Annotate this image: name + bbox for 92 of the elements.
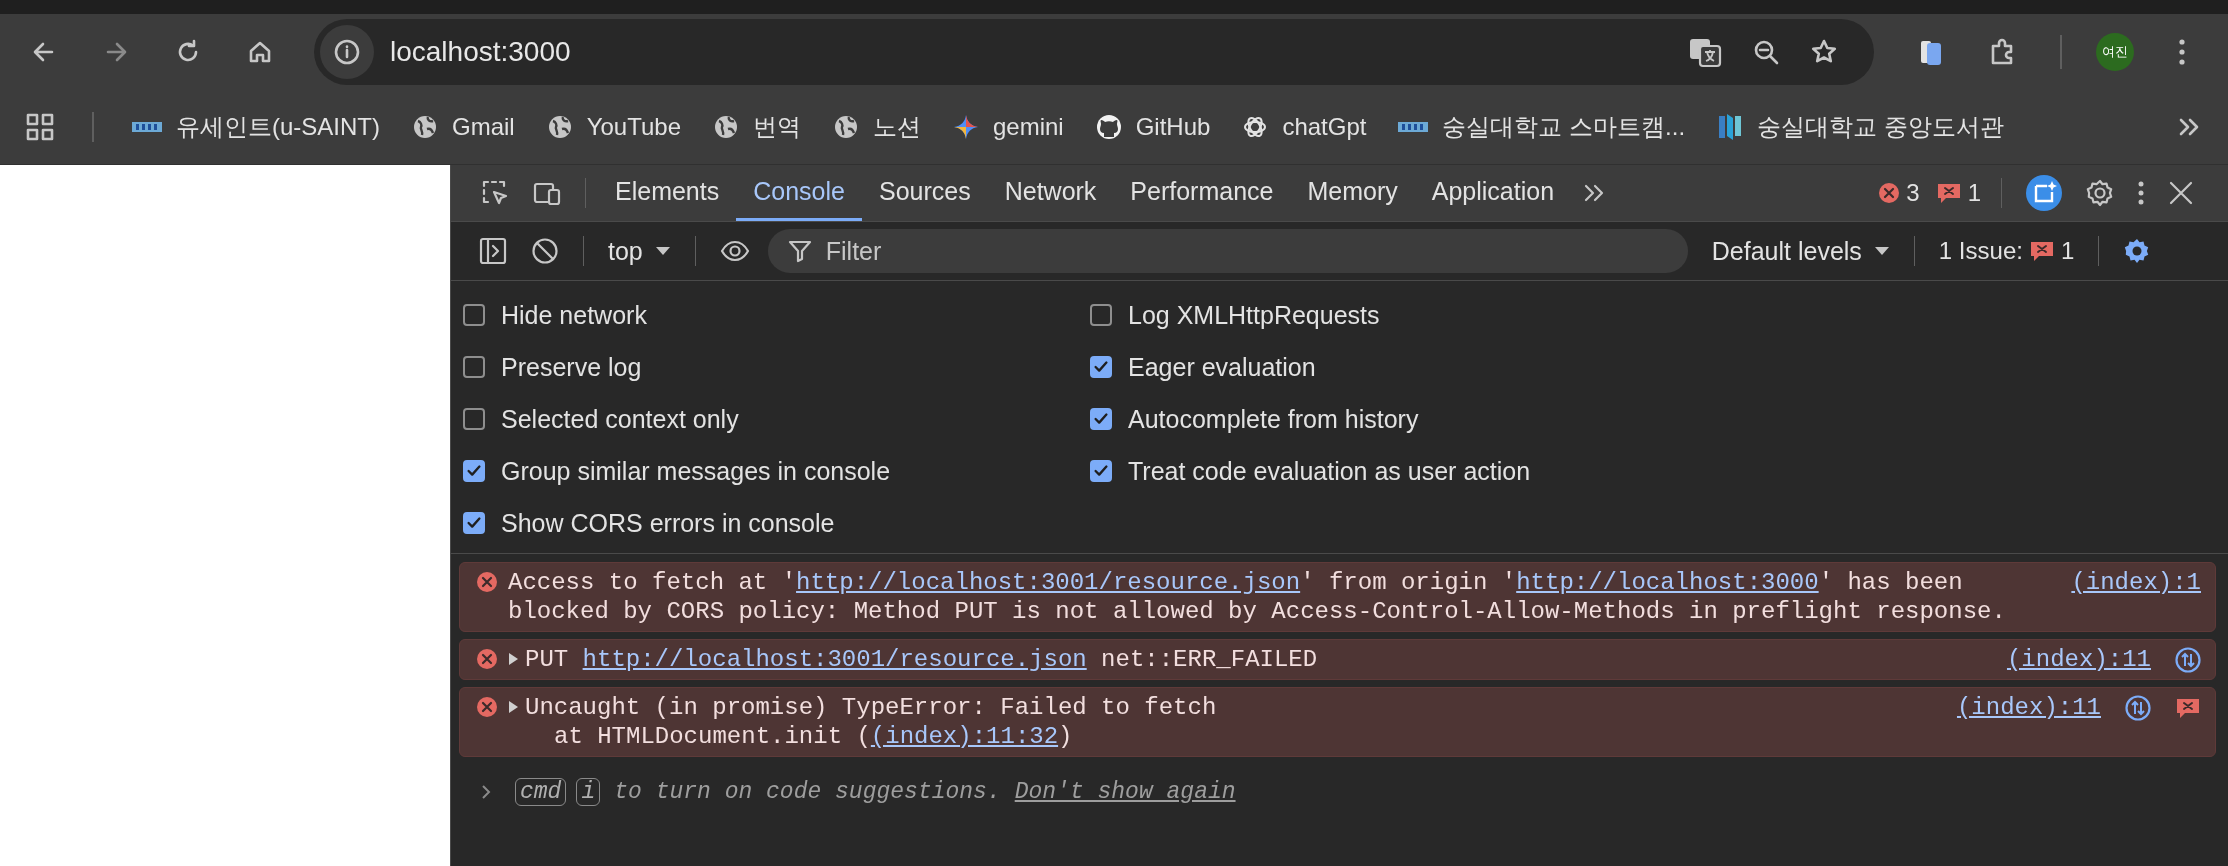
dismiss-link[interactable]: Don't show again xyxy=(1014,779,1236,805)
link[interactable]: http://localhost:3001/resource.json xyxy=(796,569,1301,596)
more-icon[interactable] xyxy=(2138,180,2144,206)
source-link[interactable]: (index):1 xyxy=(2071,568,2201,597)
sparkle-icon xyxy=(953,114,979,140)
globe-icon xyxy=(713,114,739,140)
globe-icon xyxy=(833,114,859,140)
checkbox[interactable] xyxy=(463,304,485,326)
hint-text: to turn on code suggestions. xyxy=(614,779,1001,805)
key-cap: i xyxy=(576,778,601,806)
zoom-out-icon[interactable] xyxy=(1752,38,1780,66)
bookmark[interactable]: GitHub xyxy=(1095,113,1211,141)
inspect-icon[interactable] xyxy=(481,179,509,207)
bookmark[interactable]: 번역 xyxy=(713,111,801,143)
error-icon xyxy=(476,571,498,593)
bookmark[interactable]: Gmail xyxy=(412,113,515,141)
panel-tab[interactable]: Memory xyxy=(1290,165,1415,221)
bookmark[interactable]: 유세인트(u-SAINT) xyxy=(132,111,380,143)
error-icon xyxy=(476,696,498,718)
profile-avatar[interactable]: 여진 xyxy=(2096,33,2134,71)
panel-tab[interactable]: Application xyxy=(1414,165,1572,221)
link[interactable]: http://localhost:3000 xyxy=(1516,569,1819,596)
translate-icon[interactable] xyxy=(1688,36,1722,68)
panel-tab[interactable]: Network xyxy=(987,165,1114,221)
checkbox[interactable] xyxy=(463,356,485,378)
expand-triangle-icon[interactable] xyxy=(508,652,519,666)
bookmark[interactable]: 숭실대학교 중앙도서관 xyxy=(1717,111,2004,143)
checkbox-label[interactable]: Preserve log xyxy=(501,352,642,382)
link[interactable]: (index):11:32 xyxy=(870,723,1059,750)
panel-tab[interactable]: Console xyxy=(736,165,862,221)
issue-icon xyxy=(1935,181,1962,205)
key-cap: cmd xyxy=(515,778,567,806)
message-text: Uncaught (in promise) TypeError: Failed to fetch at HTMLDocument.init ((index):11:32) xyxy=(525,693,1217,751)
issue-count-button[interactable]: 1 xyxy=(1935,179,1981,207)
globe-icon xyxy=(546,114,573,140)
message-text: Access to fetch at 'http://localhost:3001/resource.json' from origin 'http://localhost:3000' has been blocked by CORS policy: Method PUT is not allowed by Access-Control-Allow-Methods in preflight response. xyxy=(508,568,2006,626)
context-dropdown[interactable]: top xyxy=(608,236,671,266)
panel-tab[interactable]: Elements xyxy=(598,165,737,221)
clear-icon[interactable] xyxy=(531,237,559,265)
checkbox-label[interactable]: Group similar messages in console xyxy=(501,456,891,486)
checkbox[interactable] xyxy=(463,460,485,482)
caret-icon xyxy=(654,245,671,257)
caret-icon xyxy=(1873,245,1890,257)
bookmark[interactable]: chatGpt xyxy=(1242,113,1367,141)
bookmark[interactable]: gemini xyxy=(953,113,1064,141)
ai-assistant-icon[interactable] xyxy=(2026,175,2062,211)
checkbox-label[interactable]: Show CORS errors in console xyxy=(501,508,835,538)
library-logo-icon xyxy=(1717,112,1744,142)
source-link[interactable]: (index):11 xyxy=(1956,693,2101,722)
network-request-icon[interactable] xyxy=(2175,647,2201,673)
sidebar-icon[interactable] xyxy=(479,237,507,265)
issues-button[interactable]: 1 Issue: 1 xyxy=(1938,237,2075,265)
apps-icon[interactable] xyxy=(26,113,54,141)
checkbox-label[interactable]: Treat code evaluation as user action xyxy=(1128,456,1531,486)
globe-icon xyxy=(412,114,438,140)
bookmark[interactable]: YouTube xyxy=(546,113,681,141)
expand-triangle-icon[interactable] xyxy=(508,700,519,714)
link[interactable]: http://localhost:3001/resource.json xyxy=(582,646,1087,673)
checkbox[interactable] xyxy=(1090,460,1112,482)
panel-tab[interactable]: Sources xyxy=(861,165,988,221)
checkbox-label[interactable]: Log XMLHttpRequests xyxy=(1128,300,1380,330)
source-link[interactable]: (index):11 xyxy=(2006,645,2151,674)
cat-icon xyxy=(1095,114,1122,140)
error-icon xyxy=(1878,182,1901,204)
levels-dropdown[interactable]: Default levels xyxy=(1711,236,1890,266)
address-field[interactable]: localhost:3000 xyxy=(314,19,1874,85)
bookmark[interactable]: 숭실대학교 스마트캠... xyxy=(1398,111,1686,143)
checkbox[interactable] xyxy=(1090,356,1112,378)
close-icon[interactable] xyxy=(2168,180,2194,206)
panel-tab[interactable]: Performance xyxy=(1113,165,1291,221)
checkbox[interactable] xyxy=(1090,304,1112,326)
settings-icon[interactable] xyxy=(2086,179,2114,207)
issue-icon xyxy=(2028,239,2055,263)
network-request-icon[interactable] xyxy=(2125,695,2151,721)
checkbox[interactable] xyxy=(463,512,485,534)
info-icon xyxy=(333,38,361,66)
checkbox-label[interactable]: Eager evaluation xyxy=(1128,352,1316,382)
checkbox-label[interactable]: Hide network xyxy=(501,300,647,330)
knot-icon xyxy=(1242,114,1269,140)
checkbox[interactable] xyxy=(463,408,485,430)
prompt-chevron-icon xyxy=(481,784,491,800)
more-icon[interactable] xyxy=(2178,38,2186,66)
checkbox[interactable] xyxy=(1090,408,1112,430)
filter-field[interactable]: Filter xyxy=(767,229,1688,273)
checkbox-label[interactable]: Autocomplete from history xyxy=(1128,404,1419,434)
message-text: PUT http://localhost:3001/resource.json net::ERR_FAILED xyxy=(525,645,1318,674)
bookmark[interactable]: 노션 xyxy=(833,111,921,143)
error-count-button[interactable]: 3 xyxy=(1878,179,1920,207)
filter-icon xyxy=(787,239,812,263)
checkbox-label[interactable]: Selected context only xyxy=(501,404,739,434)
error-icon xyxy=(476,648,498,670)
issue-icon[interactable] xyxy=(2175,696,2201,720)
